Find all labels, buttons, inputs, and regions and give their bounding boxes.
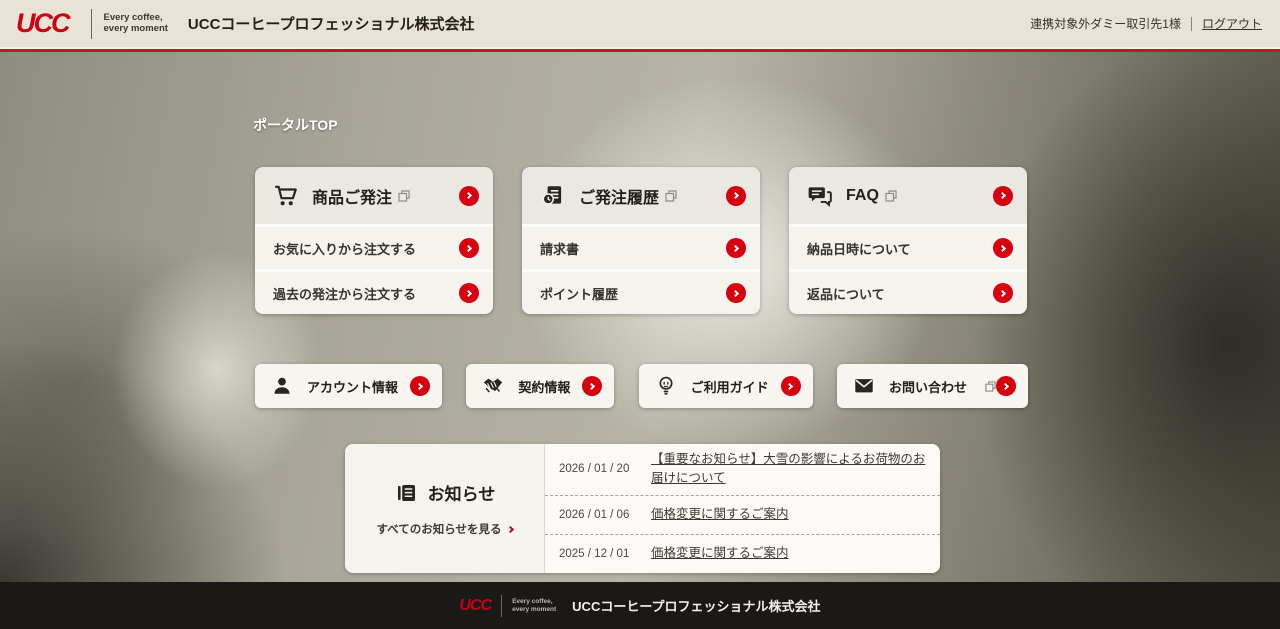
external-link-icon (885, 190, 897, 202)
card-head-product-order[interactable]: 商品ご発注 (255, 167, 493, 224)
chevron-right-icon (410, 376, 430, 396)
chevron-right-icon (996, 376, 1016, 396)
chevron-right-icon (506, 525, 513, 532)
cart-icon (273, 183, 299, 209)
card-head-faq[interactable]: FAQ (789, 167, 1027, 224)
footer-company-name: UCCコーヒープロフェッショナル株式会社 (572, 596, 820, 615)
contact-icon (853, 375, 875, 397)
news-link[interactable]: 価格変更に関するご案内 (651, 505, 789, 524)
news-title: お知らせ (428, 480, 496, 505)
top-header: UCC Every coffee, every moment UCCコーヒープロ… (0, 0, 1280, 47)
news-date: 2026 / 01 / 06 (559, 509, 651, 521)
order-history-icon (540, 183, 566, 209)
breadcrumb: ポータルTOP (253, 115, 338, 135)
card-row-returns[interactable]: 返品について (789, 269, 1027, 314)
external-link-icon (398, 190, 410, 202)
card-faq: FAQ 納品日時について 返品について (789, 167, 1027, 314)
account-icon (271, 375, 293, 397)
news-date: 2025 / 12 / 01 (559, 548, 651, 560)
account-divider (1191, 17, 1192, 31)
account-name: 連携対象外ダミー取引先1様 (1030, 15, 1181, 32)
news-list: 2026 / 01 / 20 【重要なお知らせ】大雪の影響によるお荷物のお届けに… (545, 444, 940, 573)
ucc-logo: UCC (16, 10, 79, 37)
contract-icon (482, 375, 504, 397)
logout-link[interactable]: ログアウト (1202, 15, 1262, 32)
guide-icon (655, 375, 677, 397)
news-item: 2026 / 01 / 06 価格変更に関するご案内 (545, 495, 940, 534)
contact-button[interactable]: お問い合わせ (837, 364, 1028, 408)
news-item: 2026 / 01 / 20 【重要なお知らせ】大雪の影響によるお荷物のお届けに… (545, 444, 940, 495)
footer-ucc-logo: UCC (459, 597, 491, 615)
card-row-point-history[interactable]: ポイント履歴 (522, 269, 760, 314)
chevron-right-icon (459, 238, 479, 258)
card-row-order-from-past[interactable]: 過去の発注から注文する (255, 269, 493, 314)
news-header-pane: お知らせ すべてのお知らせを見る (345, 444, 545, 573)
account-area: 連携対象外ダミー取引先1様 ログアウト (1030, 15, 1262, 32)
card-row-order-from-favorites[interactable]: お気に入りから注文する (255, 224, 493, 269)
hero-photo: ポータルTOP 商品ご発注 お気に入りから注文する 過去の (0, 52, 1280, 582)
chevron-right-icon (726, 283, 746, 303)
user-guide-button[interactable]: ご利用ガイド (639, 364, 813, 408)
external-link-icon (665, 190, 677, 202)
quick-link-row: アカウント情報 契約情報 ご利用ガイド お問い合わせ (255, 364, 1028, 408)
news-icon (394, 481, 418, 505)
footer: UCC Every coffee, every moment UCCコーヒープロ… (0, 582, 1280, 629)
contract-info-button[interactable]: 契約情報 (466, 364, 614, 408)
chevron-right-icon (993, 238, 1013, 258)
card-order-history: ご発注履歴 請求書 ポイント履歴 (522, 167, 760, 314)
chevron-right-icon (726, 238, 746, 258)
chevron-right-icon (993, 283, 1013, 303)
view-all-news-link[interactable]: すべてのお知らせを見る (376, 521, 512, 537)
card-row-delivery-datetime[interactable]: 納品日時について (789, 224, 1027, 269)
news-link[interactable]: 【重要なお知らせ】大雪の影響によるお荷物のお届けについて (651, 450, 926, 489)
footer-tagline: Every coffee, every moment (512, 598, 556, 614)
card-row-invoice[interactable]: 請求書 (522, 224, 760, 269)
news-date: 2026 / 01 / 20 (559, 463, 651, 475)
footer-divider (501, 595, 502, 617)
chevron-right-icon (781, 376, 801, 396)
news-item: 2025 / 12 / 01 価格変更に関するご案内 (545, 534, 940, 573)
main-card-grid: 商品ご発注 お気に入りから注文する 過去の発注から注文する (255, 167, 1027, 314)
card-head-order-history[interactable]: ご発注履歴 (522, 167, 760, 224)
news-panel: お知らせ すべてのお知らせを見る 2026 / 01 / 20 【重要なお知らせ… (345, 444, 940, 573)
site-title: UCCコーヒープロフェッショナル株式会社 (188, 13, 475, 34)
account-info-button[interactable]: アカウント情報 (255, 364, 442, 408)
card-product-order: 商品ご発注 お気に入りから注文する 過去の発注から注文する (255, 167, 493, 314)
chevron-right-icon (459, 186, 479, 206)
chevron-right-icon (459, 283, 479, 303)
chevron-right-icon (993, 186, 1013, 206)
chevron-right-icon (726, 186, 746, 206)
faq-icon (807, 183, 833, 209)
chevron-right-icon (582, 376, 602, 396)
brand-tagline: Every coffee, every moment (104, 13, 168, 35)
external-link-icon (985, 381, 996, 392)
brand-block: UCC Every coffee, every moment UCCコーヒープロ… (16, 9, 475, 39)
brand-divider (91, 9, 92, 39)
news-link[interactable]: 価格変更に関するご案内 (651, 544, 789, 563)
